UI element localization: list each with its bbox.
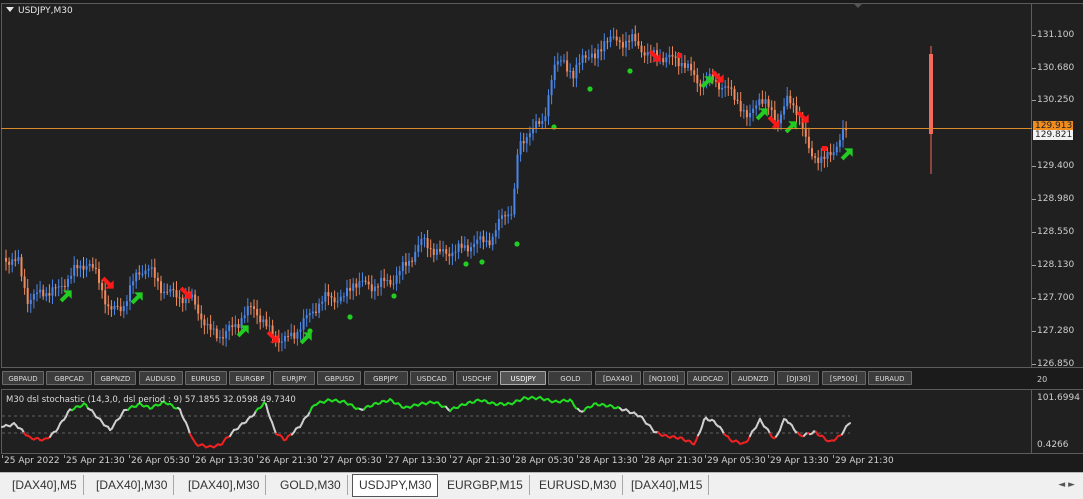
price-label: 127.280	[1037, 326, 1074, 336]
price-tick	[1032, 199, 1036, 200]
indicator-axis-low-label: 0.4266	[1037, 440, 1069, 450]
indicator-axis-top-label: 20	[1037, 375, 1047, 384]
time-tick	[577, 455, 578, 458]
time-tick	[386, 455, 387, 458]
time-tick	[2, 455, 3, 458]
chart-tab[interactable]: EURGBP,M15	[441, 475, 530, 495]
stochastic-plot	[0, 0, 1032, 498]
chart-tab[interactable]: EURUSD,M30	[533, 475, 623, 495]
time-tick	[64, 455, 65, 458]
chart-tab[interactable]: GOLD,M30	[274, 475, 348, 495]
time-label: 29 Apr 21:30	[835, 456, 894, 466]
price-tick	[1032, 68, 1036, 69]
time-tick	[129, 455, 130, 458]
terminal-window: USDJPY,M30 129.913 129.821 131.100130.68…	[0, 0, 1083, 498]
indicator-axis-high-label: 101.6994	[1037, 393, 1080, 403]
price-tick	[1032, 364, 1036, 365]
chart-tab[interactable]: [DAX40],M15	[625, 475, 709, 495]
indicator-title: M30 dsl stochastic (14,3,0, dsl period :…	[6, 395, 296, 405]
price-label: 130.250	[1037, 95, 1074, 105]
time-label: 26 Apr 21:30	[259, 456, 318, 466]
price-tick	[1032, 265, 1036, 266]
price-tick	[1032, 100, 1036, 101]
price-tick	[1032, 35, 1036, 36]
chart-tab[interactable]: [DAX40],M5	[6, 475, 84, 495]
time-label: 25 Apr 21:30	[66, 456, 125, 466]
last-price-badge: 129.821	[1033, 130, 1073, 140]
time-label: 26 Apr 05:30	[131, 456, 190, 466]
price-label: 127.700	[1037, 293, 1074, 303]
price-label: 129.400	[1037, 161, 1074, 171]
tab-scroll-arrows-icon[interactable]: ◄ ►	[1058, 480, 1075, 490]
chart-tab[interactable]: USDJPY,M30	[352, 474, 438, 497]
price-label: 131.100	[1037, 30, 1074, 40]
time-label: 29 Apr 05:30	[707, 456, 766, 466]
price-label: 128.980	[1037, 194, 1074, 204]
price-label: 128.130	[1037, 260, 1074, 270]
price-label: 130.680	[1037, 63, 1074, 73]
time-tick	[321, 455, 322, 458]
price-tick	[1032, 232, 1036, 233]
price-label: 126.850	[1037, 359, 1074, 369]
time-tick	[193, 455, 194, 458]
time-label: 26 Apr 13:30	[195, 456, 254, 466]
time-label: 27 Apr 13:30	[388, 456, 447, 466]
time-axis: 25 Apr 2022 25 Apr 21:30 26 Apr 05:30 26 Ap…	[0, 455, 1083, 469]
chart-tab[interactable]: [DAX40],M30	[182, 475, 266, 495]
time-label: 27 Apr 05:30	[323, 456, 382, 466]
time-label: 28 Apr 13:30	[579, 456, 638, 466]
time-tick	[833, 455, 834, 458]
time-tick	[257, 455, 258, 458]
time-tick	[642, 455, 643, 458]
price-label: 128.550	[1037, 227, 1074, 237]
price-tick	[1032, 331, 1036, 332]
time-label: 29 Apr 13:30	[770, 456, 829, 466]
price-tick	[1032, 166, 1036, 167]
stochastic-segment	[266, 404, 268, 412]
time-tick	[705, 455, 706, 458]
time-tick	[513, 455, 514, 458]
stochastic-segment	[848, 423, 850, 424]
stochastic-segment	[702, 420, 704, 427]
price-axis[interactable]	[1032, 3, 1083, 368]
chart-tab-bar: ◄ ► [DAX40],M5 [DAX40],M30 [DAX40],M30 GOLD…	[0, 472, 1083, 499]
time-label: 25 Apr 2022	[4, 456, 60, 466]
time-tick	[450, 455, 451, 458]
time-label: 28 Apr 05:30	[515, 456, 574, 466]
price-tick	[1032, 298, 1036, 299]
chart-tab[interactable]: [DAX40],M30	[90, 475, 174, 495]
time-label: 28 Apr 21:30	[644, 456, 703, 466]
time-tick	[768, 455, 769, 458]
time-label: 27 Apr 21:30	[452, 456, 511, 466]
